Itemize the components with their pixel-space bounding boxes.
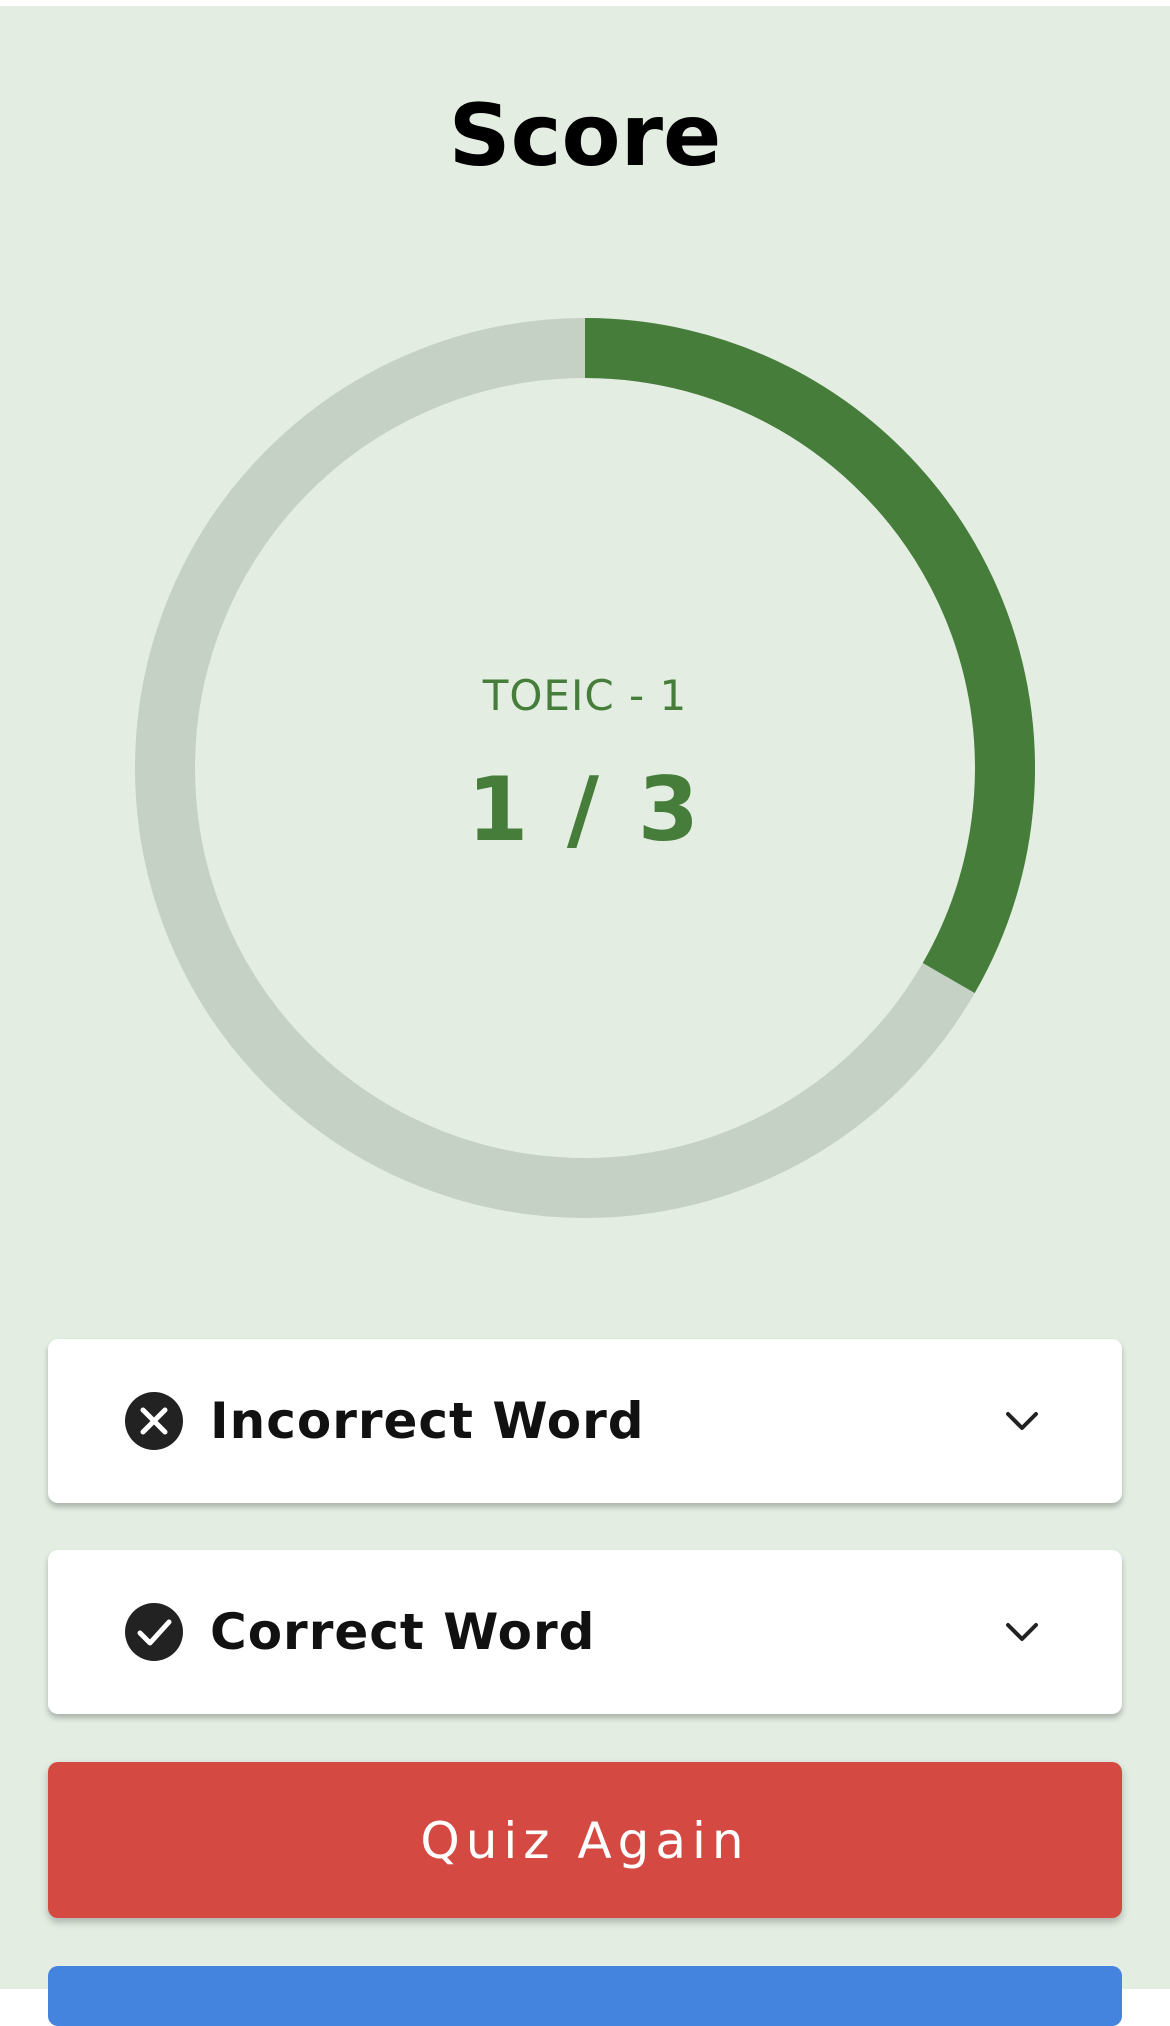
score-ring-progress [584,318,1035,993]
secondary-button[interactable] [48,1966,1122,2026]
incorrect-word-dropdown[interactable]: Incorrect Word [48,1339,1122,1503]
score-screen: Score TOEIC - 1 1 / 3 Incorrect Word Cor… [0,6,1170,2026]
chevron-down-icon[interactable] [1004,1403,1040,1439]
quiz-name: TOEIC - 1 [482,671,688,720]
close-circle-icon [124,1391,184,1451]
page-title: Score [448,86,722,186]
correct-word-dropdown[interactable]: Correct Word [48,1550,1122,1714]
incorrect-word-label: Incorrect Word [210,1392,645,1450]
quiz-again-button[interactable]: Quiz Again [48,1762,1122,1918]
score-value: 1 / 3 [467,758,703,861]
chevron-down-icon[interactable] [1004,1614,1040,1650]
check-circle-icon [124,1602,184,1662]
correct-word-label: Correct Word [210,1603,596,1661]
